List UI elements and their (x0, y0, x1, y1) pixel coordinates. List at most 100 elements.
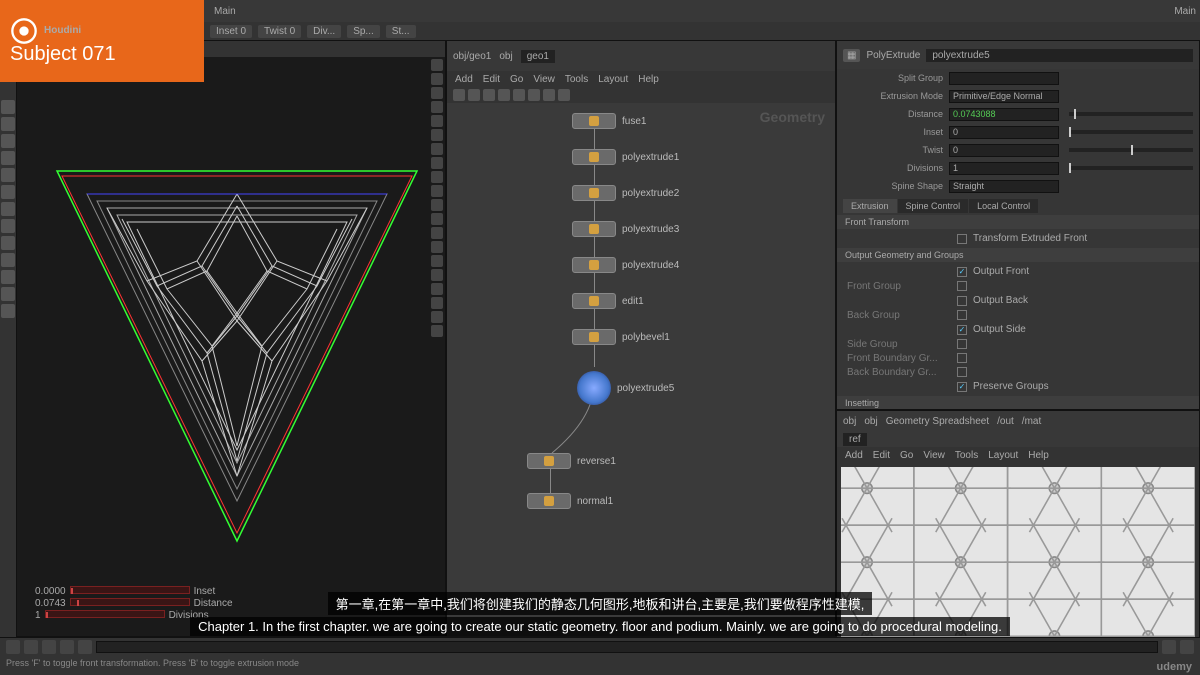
tool-icon[interactable] (1, 185, 15, 199)
vp-tool-icon[interactable] (431, 157, 443, 169)
vp-tool-icon[interactable] (431, 213, 443, 225)
param-spine-shape[interactable]: Spine ShapeStraight (837, 177, 1199, 195)
play-icon[interactable] (42, 640, 56, 654)
main-tab[interactable]: Main (214, 6, 236, 17)
node-polyextrude2[interactable]: polyextrude2 (572, 185, 679, 201)
vp-tool-icon[interactable] (431, 101, 443, 113)
menu-add[interactable]: Add (845, 450, 863, 461)
section-front-transform[interactable]: Front Transform (837, 215, 1199, 229)
node-polyextrude5[interactable]: polyextrude5 (577, 371, 674, 405)
play-last-icon[interactable] (78, 640, 92, 654)
net-tool-icon[interactable] (513, 89, 525, 101)
section-output-geom[interactable]: Output Geometry and Groups (837, 248, 1199, 262)
net-tool-icon[interactable] (558, 89, 570, 101)
play-next-icon[interactable] (60, 640, 74, 654)
menu-layout[interactable]: Layout (598, 74, 628, 85)
net-tool-icon[interactable] (483, 89, 495, 101)
menu-tools[interactable]: Tools (565, 74, 588, 85)
tool-icon[interactable] (1, 202, 15, 216)
shelf-item[interactable]: Div... (307, 25, 341, 38)
path-field[interactable]: ref (843, 433, 867, 446)
breadcrumb-item[interactable]: obj/geo1 (453, 51, 491, 62)
3d-viewport[interactable]: Top No cam (16, 40, 446, 637)
vp-tool-icon[interactable] (431, 227, 443, 239)
node-fuse1[interactable]: fuse1 (572, 113, 646, 129)
breadcrumb-item[interactable]: obj (843, 416, 856, 427)
net-tool-icon[interactable] (453, 89, 465, 101)
node-reverse1[interactable]: reverse1 (527, 453, 616, 469)
tool-icon[interactable] (1, 219, 15, 233)
play-prev-icon[interactable] (24, 640, 38, 654)
play-first-icon[interactable] (6, 640, 20, 654)
vp-tool-icon[interactable] (431, 171, 443, 183)
main-tab-right[interactable]: Main (1174, 6, 1196, 17)
breadcrumb-item[interactable]: obj (499, 51, 512, 62)
section-insetting[interactable]: Insetting (837, 396, 1199, 410)
menu-go[interactable]: Go (900, 450, 913, 461)
menu-view[interactable]: View (533, 74, 555, 85)
chk-transform-front[interactable]: Transform Extruded Front (837, 231, 1199, 246)
net-tool-icon[interactable] (543, 89, 555, 101)
breadcrumb-item[interactable]: obj (864, 416, 877, 427)
chk-output[interactable]: Output Back (837, 293, 1199, 308)
vp-tool-icon[interactable] (431, 255, 443, 267)
vp-tool-icon[interactable] (431, 115, 443, 127)
chk-output[interactable]: Front Group (837, 279, 1199, 293)
vp-tool-icon[interactable] (431, 283, 443, 295)
chk-output[interactable]: Front Boundary Gr... (837, 351, 1199, 365)
net-tool-icon[interactable] (498, 89, 510, 101)
vp-tool-icon[interactable] (431, 87, 443, 99)
chk-output[interactable]: ✓Output Front (837, 264, 1199, 279)
tool-icon[interactable] (1, 168, 15, 182)
vp-tool-icon[interactable] (431, 73, 443, 85)
tool-icon[interactable] (1, 134, 15, 148)
menu-help[interactable]: Help (638, 74, 659, 85)
menu-go[interactable]: Go (510, 74, 523, 85)
net-tool-icon[interactable] (468, 89, 480, 101)
net-tool-icon[interactable] (528, 89, 540, 101)
param-split-group[interactable]: Split Group (837, 69, 1199, 87)
tool-icon[interactable] (1, 270, 15, 284)
menu-tools[interactable]: Tools (955, 450, 978, 461)
vp-tool-icon[interactable] (431, 143, 443, 155)
param-twist[interactable]: Twist0 (837, 141, 1199, 159)
tool-icon[interactable] (1, 117, 15, 131)
vp-tool-icon[interactable] (431, 241, 443, 253)
vp-tool-icon[interactable] (431, 199, 443, 211)
chk-output[interactable]: ✓Preserve Groups (837, 379, 1199, 394)
node-polybevel1[interactable]: polybevel1 (572, 329, 670, 345)
timeline-opt-icon[interactable] (1162, 640, 1176, 654)
tool-icon[interactable] (1, 253, 15, 267)
param-distance[interactable]: Distance0.0743088 (837, 105, 1199, 123)
tool-icon[interactable] (1, 236, 15, 250)
path-field[interactable]: geo1 (521, 50, 555, 63)
vp-tool-icon[interactable] (431, 297, 443, 309)
node-edit1[interactable]: edit1 (572, 293, 644, 309)
node-normal1[interactable]: normal1 (527, 493, 613, 509)
timeline-opt-icon[interactable] (1180, 640, 1194, 654)
shelf-item[interactable]: Inset 0 (210, 25, 252, 38)
tab-extrusion[interactable]: Extrusion (843, 199, 897, 213)
chk-output[interactable]: Side Group (837, 337, 1199, 351)
vp-tool-icon[interactable] (431, 185, 443, 197)
breadcrumb-item[interactable]: Geometry Spreadsheet (886, 416, 989, 427)
chk-output[interactable]: Back Boundary Gr... (837, 365, 1199, 379)
tool-icon[interactable] (1, 304, 15, 318)
node-polyextrude4[interactable]: polyextrude4 (572, 257, 679, 273)
node-polyextrude3[interactable]: polyextrude3 (572, 221, 679, 237)
menu-add[interactable]: Add (455, 74, 473, 85)
vp-tool-icon[interactable] (431, 325, 443, 337)
param-divisions[interactable]: Divisions1 (837, 159, 1199, 177)
tool-icon[interactable] (1, 100, 15, 114)
tab-local[interactable]: Local Control (969, 199, 1038, 213)
timeline-scrubber[interactable] (96, 641, 1158, 653)
vp-tool-icon[interactable] (431, 269, 443, 281)
param-extrusion-mode[interactable]: Extrusion ModePrimitive/Edge Normal (837, 87, 1199, 105)
shelf-item[interactable]: St... (386, 25, 416, 38)
menu-help[interactable]: Help (1028, 450, 1049, 461)
tool-icon[interactable] (1, 287, 15, 301)
shelf-item[interactable]: Twist 0 (258, 25, 301, 38)
shelf-item[interactable]: Sp... (347, 25, 380, 38)
breadcrumb-item[interactable]: /out (997, 416, 1014, 427)
chk-output[interactable]: ✓Output Side (837, 322, 1199, 337)
